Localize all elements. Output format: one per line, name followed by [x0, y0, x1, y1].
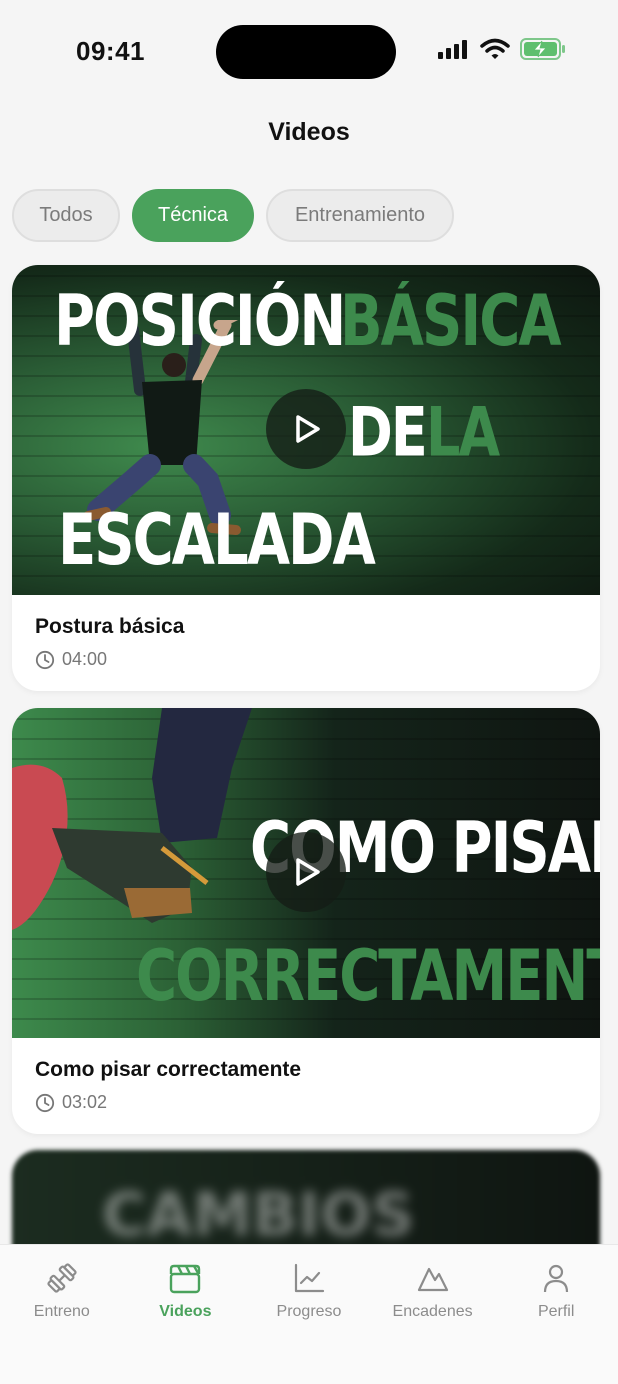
clock-icon — [35, 650, 55, 669]
video-card[interactable]: POSICIÓN BÁSICA DE LA ESCALADA Postura b… — [12, 265, 600, 691]
tab-perfil[interactable]: Perfil — [494, 1245, 618, 1384]
tab-label: Encadenes — [392, 1303, 473, 1320]
video-info: Como pisar correctamente 03:02 — [12, 1038, 600, 1134]
thumb-text-la: LA — [426, 393, 500, 472]
thumb-text-posicion: POSICIÓN — [54, 281, 346, 363]
video-title: Como pisar correctamente — [35, 1058, 302, 1081]
dumbbell-icon — [47, 1263, 77, 1293]
user-icon — [544, 1264, 569, 1293]
bottom-tab-bar: Entreno Videos Progreso Encadenes Perfil — [0, 1244, 618, 1384]
video-duration: 04:00 — [35, 649, 577, 670]
clock-icon — [35, 1093, 55, 1112]
thumb-text-basica: BÁSICA — [340, 281, 562, 363]
tab-entreno[interactable]: Entreno — [0, 1245, 124, 1384]
filter-chip-entrenamiento[interactable]: Entrenamiento — [266, 189, 454, 242]
filter-chip-todos[interactable]: Todos — [12, 189, 120, 242]
video-duration: 03:02 — [35, 1092, 577, 1113]
duration-text: 04:00 — [62, 649, 108, 669]
thumb-text-cambios: CAMBIOS — [102, 1180, 415, 1250]
video-info: Postura básica 04:00 — [12, 595, 600, 691]
signal-icon — [438, 40, 467, 59]
video-thumbnail[interactable]: COMO PISAR CORRECTAMENTE — [12, 708, 600, 1038]
play-button[interactable] — [266, 832, 346, 912]
filter-chip-tecnica[interactable]: Técnica — [132, 189, 254, 242]
tab-label: Videos — [159, 1303, 212, 1320]
tab-encadenes[interactable]: Encadenes — [371, 1245, 495, 1384]
foot-on-hold-figure — [12, 708, 252, 930]
thumb-text-escalada: ESCALADA — [58, 500, 376, 582]
mountain-icon — [417, 1267, 448, 1292]
filter-chips: Todos Técnica Entrenamiento — [12, 189, 454, 242]
wifi-icon — [480, 38, 510, 59]
tab-label: Progreso — [276, 1303, 342, 1320]
status-bar: 09:41 — [0, 0, 618, 100]
clapperboard-icon — [170, 1264, 201, 1294]
thumb-text-correctamente: CORRECTAMENTE — [136, 936, 600, 1018]
status-icons — [438, 38, 566, 60]
video-thumbnail[interactable]: POSICIÓN BÁSICA DE LA ESCALADA — [12, 265, 600, 595]
thumb-text-de: DE — [348, 393, 428, 472]
tab-label: Perfil — [537, 1303, 575, 1320]
duration-text: 03:02 — [62, 1092, 108, 1112]
play-icon — [296, 858, 320, 886]
status-time: 09:41 — [76, 36, 145, 66]
battery-charging-icon — [520, 38, 565, 60]
chart-line-icon — [294, 1263, 325, 1293]
play-button[interactable] — [266, 389, 346, 469]
tab-progreso[interactable]: Progreso — [247, 1245, 371, 1384]
tab-label: Entreno — [33, 1303, 90, 1320]
videos-screen: 09:41 Videos Todos Técnica Entrenamiento… — [0, 0, 618, 1384]
video-card[interactable]: COMO PISAR CORRECTAMENTE Como pisar corr… — [12, 708, 600, 1134]
tab-videos[interactable]: Videos — [124, 1245, 248, 1384]
dynamic-island — [216, 25, 396, 79]
play-icon — [296, 415, 320, 443]
video-title: Postura básica — [35, 615, 185, 638]
page-title: Videos — [268, 118, 350, 146]
